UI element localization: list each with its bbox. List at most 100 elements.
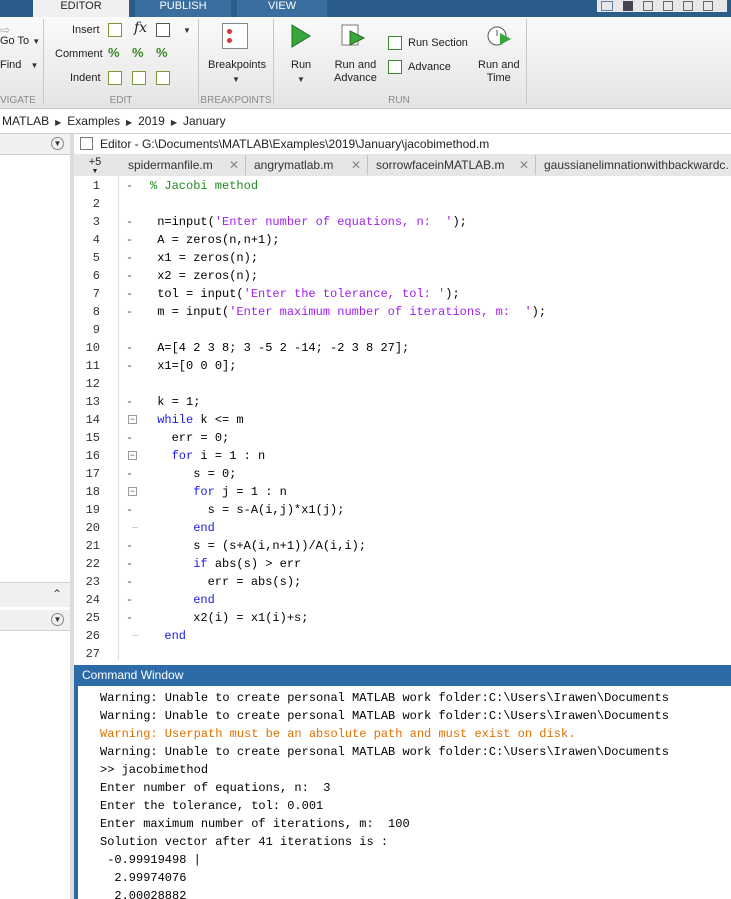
tab-publish[interactable]: PUBLISH	[135, 0, 231, 17]
insert-button[interactable]: Insert	[72, 24, 100, 36]
code-line[interactable]: 7 - tol = input('Enter the tolerance, tol…	[74, 285, 731, 303]
executable-line-marker[interactable]: -	[126, 213, 133, 231]
code-line[interactable]: 1 - % Jacobi method	[74, 177, 731, 195]
executable-line-marker[interactable]: -	[126, 465, 133, 483]
run-section-icon[interactable]	[388, 36, 402, 50]
chevron-down-icon[interactable]: ▼	[183, 26, 191, 35]
fold-toggle-icon[interactable]: −	[128, 415, 137, 425]
breadcrumb-item[interactable]: January	[183, 114, 226, 128]
code-line[interactable]: 3 - n=input('Enter number of equations, n…	[74, 213, 731, 231]
executable-line-marker[interactable]: -	[126, 501, 133, 519]
advance-icon[interactable]	[388, 60, 402, 74]
code-line[interactable]: 12	[74, 375, 731, 393]
more-tabs-button[interactable]: +5 ▼	[74, 155, 116, 175]
uncomment-icon[interactable]: %	[132, 45, 144, 60]
run-and-advance-button[interactable]: Run and Advance	[334, 59, 377, 85]
insert-function-icon[interactable]	[156, 23, 170, 37]
code-line[interactable]: 27	[74, 645, 731, 660]
chevron-up-icon[interactable]: ⌃	[52, 587, 62, 601]
executable-line-marker[interactable]: -	[126, 339, 133, 357]
comment-button[interactable]: Comment	[55, 48, 103, 60]
code-line[interactable]: 14 − while k <= m	[74, 411, 731, 429]
code-line[interactable]: 6 - x2 = zeros(n);	[74, 267, 731, 285]
code-line[interactable]: 16 − for i = 1 : n	[74, 447, 731, 465]
cut-icon[interactable]	[643, 1, 653, 11]
indent-button[interactable]: Indent	[70, 72, 101, 84]
code-line[interactable]: 15 - err = 0;	[74, 429, 731, 447]
executable-line-marker[interactable]: -	[126, 609, 133, 627]
command-window[interactable]: Warning: Unable to create personal MATLA…	[74, 686, 731, 899]
code-line[interactable]: 4 - A = zeros(n,n+1);	[74, 231, 731, 249]
tab-spidermanfile[interactable]: spidermanfile.m ✕	[120, 155, 246, 175]
code-line[interactable]: 23 - err = abs(s);	[74, 573, 731, 591]
breakpoints-icon[interactable]	[222, 23, 248, 49]
run-and-advance-icon[interactable]	[340, 23, 366, 49]
breadcrumb-item[interactable]: MATLAB	[2, 114, 49, 128]
run-icon[interactable]	[290, 23, 312, 49]
code-line[interactable]: 13 - k = 1;	[74, 393, 731, 411]
decrease-indent-icon[interactable]	[132, 71, 146, 85]
executable-line-marker[interactable]: -	[126, 249, 133, 267]
home-icon[interactable]	[601, 1, 613, 11]
copy-icon[interactable]	[663, 1, 673, 11]
chevron-down-icon[interactable]: ▼	[297, 75, 305, 84]
find-button[interactable]: Find ▼	[0, 59, 38, 71]
executable-line-marker[interactable]: -	[126, 267, 133, 285]
save-icon[interactable]	[623, 1, 633, 11]
code-line[interactable]: 24 - end	[74, 591, 731, 609]
code-line[interactable]: 9	[74, 321, 731, 339]
executable-line-marker[interactable]: -	[126, 357, 133, 375]
close-icon[interactable]: ✕	[229, 155, 239, 175]
executable-line-marker[interactable]: -	[126, 393, 133, 411]
run-button[interactable]: Run	[291, 59, 311, 71]
close-icon[interactable]: ✕	[351, 155, 361, 175]
code-line[interactable]: 11 - x1=[0 0 0];	[74, 357, 731, 375]
tab-gaussianelimination[interactable]: gaussianelimnationwithbackwardc.	[536, 155, 731, 175]
code-line[interactable]: 5 - x1 = zeros(n);	[74, 249, 731, 267]
code-line[interactable]: 21 - s = (s+A(i,n+1))/A(i,i);	[74, 537, 731, 555]
code-line[interactable]: 22 - if abs(s) > err	[74, 555, 731, 573]
tab-sorrowface[interactable]: sorrowfaceinMATLAB.m ✕	[368, 155, 536, 175]
fx-icon[interactable]: fx	[134, 20, 147, 36]
executable-line-marker[interactable]: -	[126, 303, 133, 321]
tab-editor[interactable]: EDITOR	[33, 0, 129, 17]
executable-line-marker[interactable]: -	[126, 555, 133, 573]
executable-line-marker[interactable]: -	[126, 573, 133, 591]
comment-icon[interactable]: %	[108, 45, 120, 60]
executable-line-marker[interactable]: -	[126, 285, 133, 303]
panel-menu-icon[interactable]: ▼	[51, 613, 64, 626]
code-editor[interactable]: 1-% Jacobi method 2 3- n=input('Enter numb…	[74, 176, 731, 660]
increase-indent-icon[interactable]	[156, 71, 170, 85]
tab-angrymatlab[interactable]: angrymatlab.m ✕	[246, 155, 368, 175]
breadcrumb-item[interactable]: 2019	[138, 114, 165, 128]
code-line[interactable]: 19 - s = s-A(i,j)*x1(j);	[74, 501, 731, 519]
tab-view[interactable]: VIEW	[237, 0, 327, 17]
code-line[interactable]: 10 - A=[4 2 3 8; 3 -5 2 -14; -2 3 8 27];	[74, 339, 731, 357]
executable-line-marker[interactable]: -	[126, 177, 133, 195]
breadcrumb-item[interactable]: Examples	[67, 114, 120, 128]
paste-icon[interactable]	[683, 1, 693, 11]
panel-menu-icon[interactable]: ▼	[51, 137, 64, 150]
code-line[interactable]: 20 end	[74, 519, 731, 537]
fold-toggle-icon[interactable]: −	[128, 487, 137, 497]
executable-line-marker[interactable]: -	[126, 429, 133, 447]
code-line[interactable]: 8 - m = input('Enter maximum number of it…	[74, 303, 731, 321]
chevron-down-icon[interactable]: ▼	[232, 75, 240, 84]
fold-toggle-icon[interactable]: −	[128, 451, 137, 461]
run-and-time-button[interactable]: Run and Time	[478, 59, 520, 85]
advance-button[interactable]: Advance	[408, 61, 451, 73]
executable-line-marker[interactable]: -	[126, 591, 133, 609]
undo-icon[interactable]	[703, 1, 713, 11]
close-icon[interactable]: ✕	[519, 155, 529, 175]
code-line[interactable]: 18 − for j = 1 : n	[74, 483, 731, 501]
code-line[interactable]: 17 - s = 0;	[74, 465, 731, 483]
wrap-comments-icon[interactable]: %	[156, 45, 168, 60]
run-section-button[interactable]: Run Section	[408, 37, 468, 49]
breakpoints-button[interactable]: Breakpoints	[208, 59, 266, 71]
smart-indent-icon[interactable]	[108, 71, 122, 85]
code-line[interactable]: 26 end	[74, 627, 731, 645]
executable-line-marker[interactable]: -	[126, 537, 133, 555]
code-line[interactable]: 2	[74, 195, 731, 213]
run-and-time-icon[interactable]	[486, 23, 512, 49]
code-line[interactable]: 25 - x2(i) = x1(i)+s;	[74, 609, 731, 627]
